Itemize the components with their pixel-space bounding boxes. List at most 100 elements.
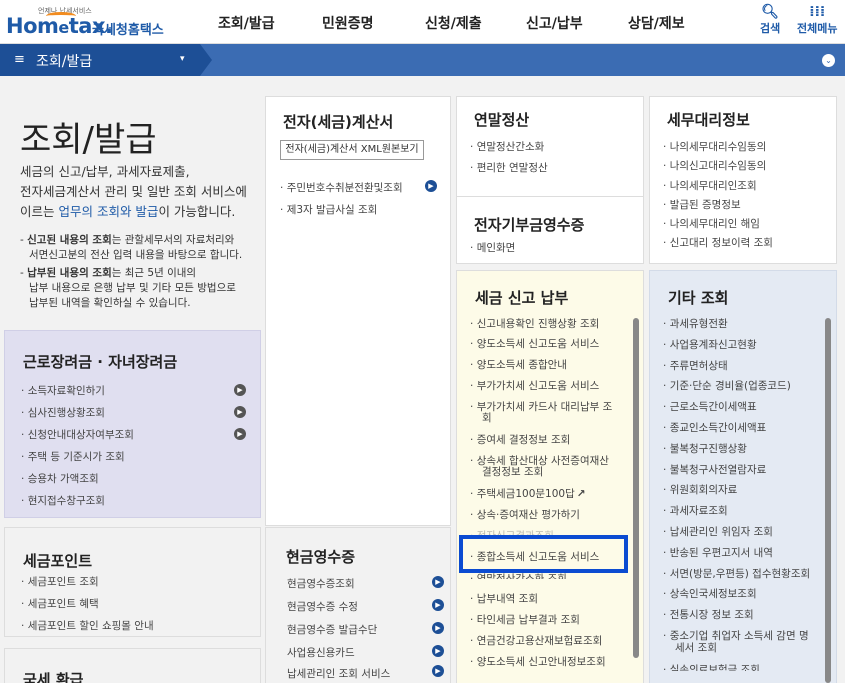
tax-item-9[interactable]: 주택세금100문100답↗ — [470, 486, 586, 501]
etc-item-9[interactable]: 과세자료조회 — [663, 503, 728, 518]
agent-item-5[interactable]: 신고대리 정보이력 조회 — [663, 235, 773, 250]
point-item-inquiry[interactable]: 세금포인트 조회 — [21, 574, 99, 589]
top-header: 언제나 납세서비스 Hometax. 국세청홈택스 조회/발급 민원증명 신청/… — [0, 0, 845, 44]
tax-item-2[interactable]: 양도소득세 종합안내 — [470, 357, 567, 372]
tax-item-6[interactable]: 증여세 결정정보 조회 — [470, 432, 571, 447]
agent-item-0[interactable]: 나의세무대리수임동의 — [663, 139, 767, 154]
tax-scrollbar[interactable] — [633, 318, 639, 658]
labor-item-income[interactable]: 소득자료확인하기 — [21, 383, 105, 398]
go-arrow-icon[interactable]: ▶ — [234, 428, 246, 440]
yearend-title: 연말정산 — [474, 111, 530, 129]
go-arrow-icon[interactable]: ▶ — [432, 599, 444, 611]
section-title: 조회/발급 — [36, 54, 93, 70]
etc-item-10[interactable]: 납세관리인 위임자 조회 — [663, 524, 773, 539]
card-divider — [457, 196, 643, 197]
section-dropdown[interactable]: ≡ 조회/발급 ▾ — [0, 44, 200, 76]
etc-item-12[interactable]: 서면(방문,우편등) 접수현황조회 — [663, 566, 810, 581]
etc-item-6[interactable]: 불복청구진행상황 — [663, 441, 747, 456]
sub-navbar: ≡ 조회/발급 ▾ ⌄ — [0, 44, 845, 76]
tax-item-14[interactable]: 납부내역 조회 — [470, 591, 538, 606]
breadcrumb-arrow — [200, 44, 212, 76]
etc-item-1[interactable]: 사업용계좌신고현황 — [663, 337, 757, 352]
go-arrow-icon[interactable]: ▶ — [425, 180, 437, 192]
einvoice-item-thirdparty[interactable]: 제3자 발급사실 조회 — [280, 202, 378, 217]
agent-item-2[interactable]: 나의세무대리인조회 — [663, 178, 757, 193]
etc-item-2[interactable]: 주류면허상태 — [663, 358, 728, 373]
gnb-report-pay[interactable]: 신고/납부 — [526, 13, 583, 33]
tax-item-7-cont[interactable]: 결정정보 조회 — [482, 464, 543, 479]
tax-agent-title: 세무대리정보 — [667, 111, 750, 129]
einvoice-card: 전자(세금)계산서 — [265, 96, 451, 526]
cash-item-agent[interactable]: 납세관리인 조회 서비스 — [287, 666, 390, 681]
etc-item-8[interactable]: 위원회회의자료 — [663, 482, 738, 497]
go-arrow-icon[interactable]: ▶ — [432, 622, 444, 634]
labor-item-target[interactable]: 신청안내대상자여부조회 — [21, 427, 134, 442]
labor-item-house-price[interactable]: 주택 등 기준시가 조회 — [21, 449, 125, 464]
yearend-item-easy[interactable]: 편리한 연말정산 — [470, 160, 548, 175]
yearend-card: 연말정산 — [456, 96, 644, 264]
etc-inquiry-title: 기타 조회 — [668, 289, 729, 307]
cash-item-inquiry[interactable]: 현금영수증조회 — [287, 576, 355, 591]
etc-item-4[interactable]: 근로소득간이세액표 — [663, 399, 757, 414]
expand-toggle-icon[interactable]: ⌄ — [822, 54, 835, 67]
tax-item-10[interactable]: 상속·증여재산 평가하기 — [470, 507, 580, 522]
tax-point-title: 세금포인트 — [23, 552, 93, 570]
einvoice-item-convert[interactable]: 주민번호수취분전환및조회 — [280, 180, 403, 195]
menu-icon: ≡ — [14, 52, 25, 67]
tax-item-1[interactable]: 양도소득세 신고도움 서비스 — [470, 336, 600, 351]
etc-item-15-cont[interactable]: 세서 조회 — [675, 640, 717, 655]
etc-scrollbar[interactable] — [825, 318, 831, 683]
note-filed: - 신고된 내용의 조회는 관할세무서의 자료처리와 서면신고분의 전산 입력 … — [20, 234, 243, 261]
logo-korean: 국세청홈택스 — [92, 23, 164, 38]
gnb-consult[interactable]: 상담/제보 — [628, 13, 685, 33]
tax-item-16[interactable]: 연금건강고용산재보험료조회 — [470, 633, 603, 648]
gnb-application[interactable]: 신청/제출 — [425, 13, 482, 33]
etc-item-13[interactable]: 상속인국세정보조회 — [663, 586, 757, 601]
search-button[interactable]: 🔍︎ 검색 — [760, 4, 780, 36]
labor-incentive-title: 근로장려금 · 자녀장려금 — [23, 353, 178, 371]
cash-receipt-title: 현금영수증 — [286, 548, 356, 566]
agent-item-3[interactable]: 발급된 증명정보 — [663, 197, 741, 212]
go-arrow-icon[interactable]: ▶ — [432, 645, 444, 657]
gnb-inquiry[interactable]: 조회/발급 — [218, 13, 275, 33]
grid-icon: ⁞⁞⁞ — [809, 4, 826, 20]
etc-item-7[interactable]: 불복청구사전열람자료 — [663, 462, 767, 477]
gnb-certificate[interactable]: 민원증명 — [322, 13, 374, 33]
tax-point-card: 세금포인트 세금포인트 조회 세금포인트 혜택 세금포인트 할인 쇼핑몰 안내 — [4, 527, 261, 637]
labor-item-review[interactable]: 심사진행상황조회 — [21, 405, 105, 420]
tax-filing-title: 세금 신고 납부 — [475, 289, 569, 307]
point-item-mall[interactable]: 세금포인트 할인 쇼핑몰 안내 — [21, 618, 154, 633]
note-paid: - 납부된 내용의 조회는 최근 5년 이내의 납부 내용으로 은행 납부 및 … — [20, 267, 236, 309]
go-arrow-icon[interactable]: ▶ — [234, 406, 246, 418]
etc-item-5[interactable]: 종교인소득간이세액표 — [663, 420, 767, 435]
cash-item-bizcard[interactable]: 사업용신용카드 — [287, 645, 355, 660]
agent-item-4[interactable]: 나의세무대리인 해임 — [663, 216, 760, 231]
agent-item-1[interactable]: 나의신고대리수임동의 — [663, 158, 767, 173]
tax-item-17[interactable]: 양도소득세 신고안내정보조회 — [470, 654, 606, 669]
point-item-benefit[interactable]: 세금포인트 혜택 — [21, 596, 99, 611]
etc-item-0[interactable]: 과세유형전환 — [663, 316, 728, 331]
xml-original-button[interactable]: 전자(세금)계산서 XML원본보기 — [280, 140, 424, 160]
all-menu-button[interactable]: ⁞⁞⁞ 전체메뉴 — [797, 4, 837, 36]
tax-item-0[interactable]: 신고내용확인 진행상황 조회 — [470, 316, 600, 331]
yearend-item-simple[interactable]: 연말정산간소화 — [470, 139, 545, 154]
go-arrow-icon[interactable]: ▶ — [432, 665, 444, 677]
donation-title: 전자기부금영수증 — [474, 216, 585, 234]
go-arrow-icon[interactable]: ▶ — [234, 384, 246, 396]
labor-item-car-price[interactable]: 승용차 가액조회 — [21, 471, 99, 486]
cash-item-edit[interactable]: 현금영수증 수정 — [287, 599, 358, 614]
page-description: 세금의 신고/납부, 과세자료제출, 전자세금계산서 관리 및 일반 조회 서비… — [20, 164, 247, 219]
etc-item-11[interactable]: 반송된 우편고지서 내역 — [663, 545, 773, 560]
cash-item-means[interactable]: 현금영수증 발급수단 — [287, 622, 377, 637]
tax-item-3[interactable]: 부가가치세 신고도움 서비스 — [470, 378, 600, 393]
labor-item-counter[interactable]: 현지접수창구조회 — [21, 493, 105, 508]
page-title: 조회/발급 — [20, 120, 157, 160]
etc-item-14[interactable]: 전통시장 정보 조회 — [663, 607, 754, 622]
tax-item-15[interactable]: 타인세금 납부결과 조회 — [470, 612, 580, 627]
go-arrow-icon[interactable]: ▶ — [432, 576, 444, 588]
einvoice-title: 전자(세금)계산서 — [283, 113, 394, 131]
tax-item-4-cont[interactable]: 회 — [482, 410, 492, 425]
donation-item-main[interactable]: 메인화면 — [470, 240, 516, 255]
etc-item-3[interactable]: 기준·단순 경비율(업종코드) — [663, 378, 791, 393]
etc-item-17[interactable]: 실손의료보험금 조회 — [663, 662, 760, 671]
